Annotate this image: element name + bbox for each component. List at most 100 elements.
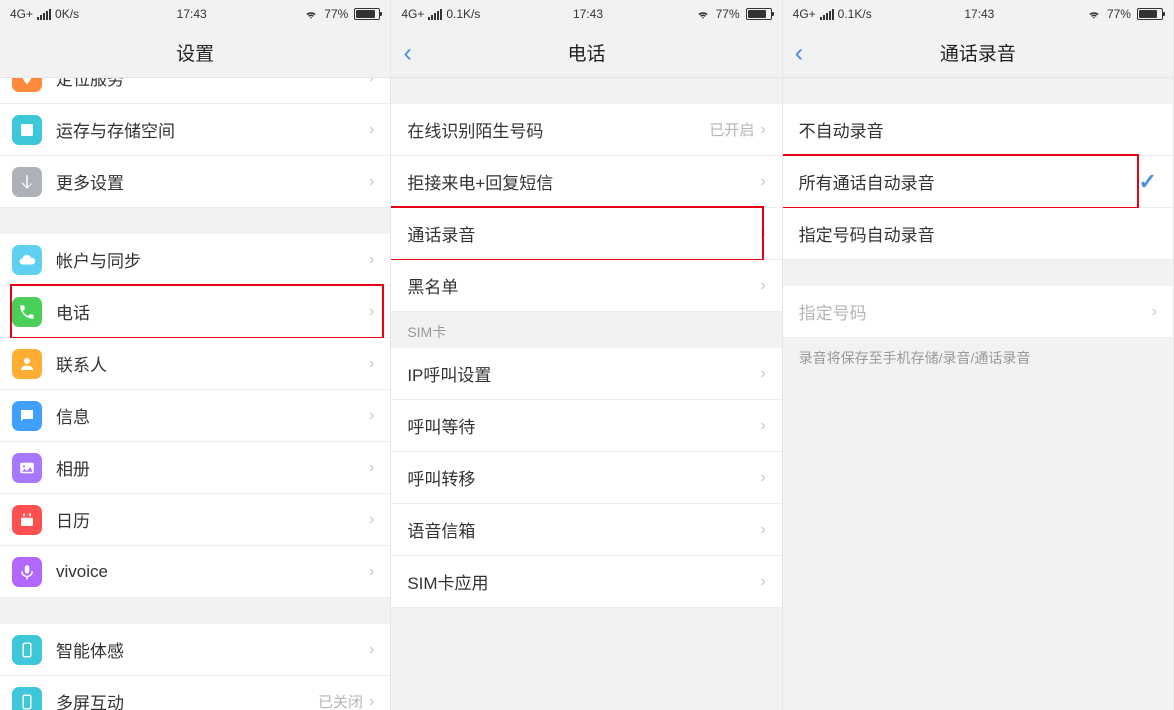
list-item-more-settings[interactable]: 更多设置 ›: [0, 156, 390, 208]
location-icon: [12, 78, 42, 92]
vivoice-icon: [12, 557, 42, 587]
item-label: 运存与存储空间: [56, 117, 369, 142]
list-item-call-waiting[interactable]: 呼叫等待 ›: [391, 400, 781, 452]
item-label: vivoice: [56, 562, 369, 582]
item-label: 信息: [56, 403, 369, 428]
status-bar: 4G+ 0.1K/s 17:43 77%: [391, 0, 781, 28]
list-item-reject-reply[interactable]: 拒接来电+回复短信 ›: [391, 156, 781, 208]
content-area: 在线识别陌生号码 已开启 ›拒接来电+回复短信 ›通话录音 ›黑名单 ›SIM卡…: [391, 78, 781, 710]
nav-header: ‹ 通话录音: [783, 28, 1173, 78]
nav-header: ‹ 电话: [391, 28, 781, 78]
list-item-blacklist[interactable]: 黑名单 ›: [391, 260, 781, 312]
page-title: 设置: [176, 39, 214, 66]
list-item-contacts[interactable]: 联系人 ›: [0, 338, 390, 390]
chevron-icon: ›: [369, 355, 374, 373]
list-item-specify-numbers: 指定号码 ›: [783, 286, 1173, 338]
list-item-phone[interactable]: 电话 ›: [0, 286, 390, 338]
list-item-calendar[interactable]: 日历 ›: [0, 494, 390, 546]
list-item-sim-apps[interactable]: SIM卡应用 ›: [391, 556, 781, 608]
list-item-vivoice[interactable]: vivoice ›: [0, 546, 390, 598]
list-item-location[interactable]: 定位服务 ›: [0, 78, 390, 104]
content-area: 定位服务 › 运存与存储空间 › 更多设置 › 帐户与同步 › 电话 › 联系人…: [0, 78, 390, 710]
net-speed: 0.1K/s: [838, 7, 872, 21]
net-speed: 0.1K/s: [446, 7, 480, 21]
wifi-icon: [1087, 7, 1101, 21]
list-item-gallery[interactable]: 相册 ›: [0, 442, 390, 494]
chevron-icon: ›: [369, 303, 374, 321]
item-label: 联系人: [56, 351, 369, 376]
chevron-icon: ›: [760, 417, 765, 435]
list-item-auto-record-specific[interactable]: 指定号码自动录音: [783, 208, 1173, 260]
chevron-icon: ›: [369, 693, 374, 710]
chevron-icon: ›: [760, 121, 765, 139]
battery-icon: [746, 8, 772, 20]
phone-icon: [12, 297, 42, 327]
list-item-messages[interactable]: 信息 ›: [0, 390, 390, 442]
item-label: IP呼叫设置: [407, 361, 760, 386]
battery-pct: 77%: [716, 7, 740, 21]
item-label: 不自动录音: [799, 117, 1157, 142]
chevron-icon: ›: [760, 573, 765, 591]
content-area: 不自动录音 所有通话自动录音 ✓ 指定号码自动录音 指定号码 ›录音将保存至手机存…: [783, 78, 1173, 710]
accounts-icon: [12, 245, 42, 275]
chevron-icon: ›: [369, 641, 374, 659]
item-label: 指定号码: [799, 299, 1152, 324]
list-item-ip-call[interactable]: IP呼叫设置 ›: [391, 348, 781, 400]
chevron-icon: ›: [369, 121, 374, 139]
item-label: 语音信箱: [407, 517, 760, 542]
messages-icon: [12, 401, 42, 431]
item-value: 已开启: [709, 119, 754, 140]
list-item-call-recording[interactable]: 通话录音 ›: [391, 208, 781, 260]
item-label: 定位服务: [56, 78, 369, 90]
chevron-icon: ›: [760, 469, 765, 487]
list-item-auto-record-all[interactable]: 所有通话自动录音 ✓: [783, 156, 1173, 208]
nav-header: 设置: [0, 28, 390, 78]
gallery-icon: [12, 453, 42, 483]
smart-motion-icon: [12, 635, 42, 665]
list-item-identify-unknown[interactable]: 在线识别陌生号码 已开启 ›: [391, 104, 781, 156]
clock: 17:43: [964, 7, 994, 21]
item-label: 通话录音: [407, 221, 760, 246]
back-button[interactable]: ‹: [403, 37, 412, 68]
wifi-icon: [696, 7, 710, 21]
storage-icon: [12, 115, 42, 145]
list-item-call-forward[interactable]: 呼叫转移 ›: [391, 452, 781, 504]
multiscreen-icon: [12, 687, 42, 710]
item-label: 更多设置: [56, 169, 369, 194]
clock: 17:43: [573, 7, 603, 21]
back-button[interactable]: ‹: [795, 37, 804, 68]
list-item-storage[interactable]: 运存与存储空间 ›: [0, 104, 390, 156]
section-header-sim: SIM卡: [391, 312, 781, 348]
item-label: 呼叫转移: [407, 465, 760, 490]
signal-icon: [37, 9, 51, 20]
battery-pct: 77%: [324, 7, 348, 21]
list-item-multiscreen[interactable]: 多屏互动 已关闭 ›: [0, 676, 390, 710]
item-label: 日历: [56, 507, 369, 532]
chevron-icon: ›: [760, 521, 765, 539]
chevron-icon: ›: [760, 225, 765, 243]
list-item-accounts[interactable]: 帐户与同步 ›: [0, 234, 390, 286]
chevron-icon: ›: [760, 277, 765, 295]
list-item-voicemail[interactable]: 语音信箱 ›: [391, 504, 781, 556]
more-settings-icon: [12, 167, 42, 197]
signal-icon: [820, 9, 834, 20]
clock: 17:43: [177, 7, 207, 21]
net-label: 4G+: [401, 7, 424, 21]
list-item-smart-motion[interactable]: 智能体感 ›: [0, 624, 390, 676]
screen-settings: 4G+ 0K/s 17:43 77% 设置 定位服务 › 运存与存储空间 › 更…: [0, 0, 391, 710]
status-bar: 4G+ 0K/s 17:43 77%: [0, 0, 390, 28]
calendar-icon: [12, 505, 42, 535]
signal-icon: [428, 9, 442, 20]
chevron-icon: ›: [369, 78, 374, 87]
item-label: 多屏互动: [56, 689, 318, 710]
hint-text: 录音将保存至手机存储/录音/通话录音: [783, 338, 1173, 378]
list-item-no-auto-record[interactable]: 不自动录音: [783, 104, 1173, 156]
item-label: 所有通话自动录音: [799, 169, 1139, 194]
item-label: 相册: [56, 455, 369, 480]
item-label: 拒接来电+回复短信: [407, 169, 760, 194]
chevron-icon: ›: [369, 511, 374, 529]
item-label: 指定号码自动录音: [799, 221, 1157, 246]
item-label: SIM卡应用: [407, 569, 760, 594]
chevron-icon: ›: [369, 459, 374, 477]
chevron-icon: ›: [369, 407, 374, 425]
